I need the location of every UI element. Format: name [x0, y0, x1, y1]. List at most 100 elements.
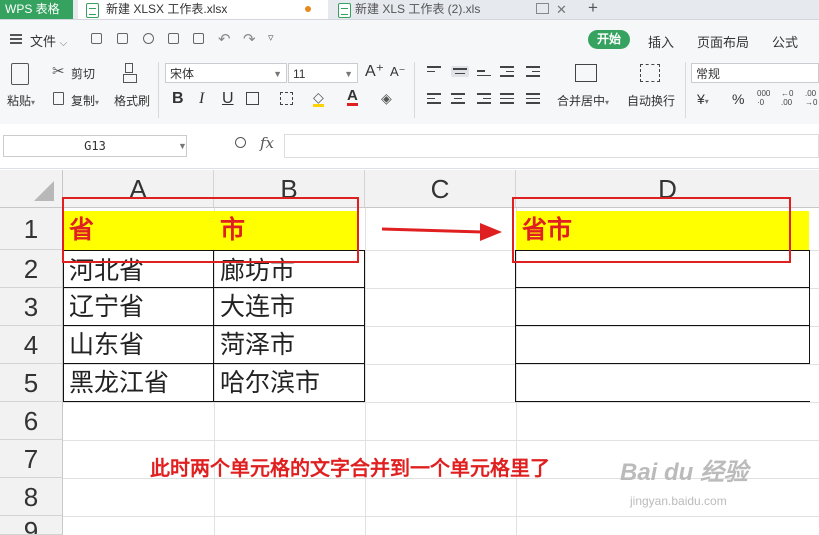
- row-header-1[interactable]: 1: [0, 208, 63, 250]
- format-painter-icon: [123, 63, 137, 85]
- watermark-url: jingyan.baidu.com: [630, 494, 727, 508]
- insert-function-button[interactable]: fx: [260, 134, 274, 152]
- name-box[interactable]: G13: [3, 135, 187, 157]
- app-tab[interactable]: WPS 表格: [0, 0, 73, 19]
- print-icon[interactable]: [168, 33, 179, 44]
- column-header-c[interactable]: C: [365, 170, 516, 208]
- cell-border: [516, 363, 810, 364]
- decrease-font-button[interactable]: A⁻: [390, 63, 406, 81]
- tab-formulas[interactable]: 公式: [772, 32, 798, 51]
- cell-style-icon[interactable]: [280, 92, 293, 105]
- cell-border: [63, 325, 365, 326]
- chevron-down-icon: ▼: [273, 69, 282, 79]
- align-center-icon[interactable]: [451, 93, 465, 107]
- copy-button[interactable]: 复制▾: [71, 92, 99, 109]
- search-icon[interactable]: [235, 137, 246, 148]
- highlight-box-source: [62, 197, 359, 263]
- save-icon[interactable]: [117, 33, 128, 44]
- fill-color-icon[interactable]: ◇: [313, 90, 324, 107]
- clear-format-icon[interactable]: ◈: [381, 90, 392, 107]
- copy-icon: [53, 92, 64, 105]
- wrap-text-icon: [640, 64, 660, 82]
- redo-icon[interactable]: ↷: [243, 30, 256, 48]
- export-icon[interactable]: [143, 33, 154, 44]
- cell-a5[interactable]: 黑龙江省: [63, 364, 214, 402]
- close-tab-icon[interactable]: ✕: [556, 0, 567, 19]
- row-header-2[interactable]: 2: [0, 250, 63, 288]
- scissors-icon: ✂: [52, 63, 65, 80]
- cell-b4[interactable]: 菏泽市: [214, 326, 365, 364]
- increase-indent-icon[interactable]: [526, 66, 540, 80]
- font-color-icon[interactable]: A: [347, 88, 358, 106]
- highlight-box-result: [512, 197, 791, 263]
- number-format-value: 常规: [696, 67, 721, 81]
- row-header-4[interactable]: 4: [0, 326, 63, 364]
- row-header-8[interactable]: 8: [0, 478, 63, 516]
- cell-border: [63, 250, 64, 402]
- format-painter-button[interactable]: 格式刷: [114, 92, 150, 109]
- cell-border: [516, 287, 810, 288]
- select-all-triangle-icon: [34, 181, 54, 201]
- undo-icon[interactable]: ↶: [218, 30, 231, 48]
- decrease-decimal-icon[interactable]: .00 →0: [805, 89, 817, 107]
- print-preview-icon[interactable]: [193, 33, 204, 44]
- align-bottom-icon[interactable]: [477, 70, 491, 79]
- cell-a3[interactable]: 辽宁省: [63, 288, 214, 326]
- ribbon-divider: [158, 62, 159, 118]
- row-header-6[interactable]: 6: [0, 402, 63, 440]
- row-header-7[interactable]: 7: [0, 440, 63, 478]
- cell-b5[interactable]: 哈尔滨市: [214, 364, 365, 402]
- spreadsheet-file-icon: [86, 3, 99, 18]
- hamburger-menu-icon[interactable]: [10, 34, 22, 46]
- row-header-9[interactable]: 9: [0, 516, 63, 535]
- paste-label: 粘贴: [7, 94, 32, 108]
- monitor-icon[interactable]: [536, 3, 549, 14]
- new-tab-icon[interactable]: +: [588, 0, 598, 17]
- cell-a4[interactable]: 山东省: [63, 326, 214, 364]
- align-middle-icon[interactable]: [451, 66, 469, 77]
- currency-button[interactable]: ¥▾: [697, 91, 709, 107]
- tab-insert[interactable]: 插入: [648, 32, 674, 51]
- align-left-icon[interactable]: [427, 93, 441, 107]
- cut-button[interactable]: 剪切: [71, 65, 95, 82]
- bold-button[interactable]: B: [172, 90, 184, 108]
- font-name-select[interactable]: 宋体 ▼: [165, 63, 287, 83]
- thousands-separator-icon[interactable]: 000·0: [757, 89, 770, 107]
- customize-toolbar-icon[interactable]: ▿: [268, 31, 274, 44]
- align-top-icon[interactable]: [427, 66, 441, 75]
- cell-border: [63, 401, 365, 402]
- decrease-indent-icon[interactable]: [500, 66, 514, 80]
- currency-symbol: ¥: [697, 91, 705, 107]
- cell-border: [63, 363, 365, 364]
- percent-button[interactable]: %: [732, 91, 744, 107]
- increase-font-button[interactable]: A⁺: [365, 63, 384, 81]
- justify-icon[interactable]: [500, 93, 514, 107]
- font-size-select[interactable]: 11 ▼: [288, 63, 358, 83]
- number-format-select[interactable]: 常规: [691, 63, 819, 83]
- wrap-text-button[interactable]: 自动换行: [627, 92, 675, 109]
- chevron-down-icon: ⌵: [59, 38, 68, 49]
- underline-button[interactable]: U: [222, 90, 234, 108]
- merge-center-button[interactable]: 合并居中▾: [557, 92, 609, 109]
- italic-button[interactable]: I: [199, 90, 204, 108]
- document-tab-active[interactable]: 新建 XLSX 工作表.xlsx: [78, 0, 328, 19]
- font-size-value: 11: [293, 67, 306, 81]
- cell-b3[interactable]: 大连市: [214, 288, 365, 326]
- paste-icon[interactable]: [11, 63, 29, 85]
- open-folder-icon[interactable]: [91, 33, 102, 44]
- select-all-corner[interactable]: [0, 170, 63, 208]
- row-header-5[interactable]: 5: [0, 364, 63, 402]
- distributed-align-icon[interactable]: [526, 93, 540, 107]
- tab-home[interactable]: 开始: [588, 30, 630, 49]
- paste-button[interactable]: 粘贴▾: [7, 92, 35, 109]
- arrow-right-icon: [381, 223, 502, 241]
- row-header-3[interactable]: 3: [0, 288, 63, 326]
- app-name: WPS 表格: [5, 2, 60, 16]
- tab-page-layout[interactable]: 页面布局: [697, 32, 749, 51]
- align-right-icon[interactable]: [477, 93, 491, 107]
- file-menu[interactable]: 文件 ⌵: [30, 31, 67, 50]
- formula-input[interactable]: [284, 134, 819, 158]
- increase-decimal-icon[interactable]: ←0.00: [781, 89, 793, 107]
- chevron-down-icon[interactable]: ▼: [178, 135, 187, 157]
- borders-icon[interactable]: [246, 92, 259, 105]
